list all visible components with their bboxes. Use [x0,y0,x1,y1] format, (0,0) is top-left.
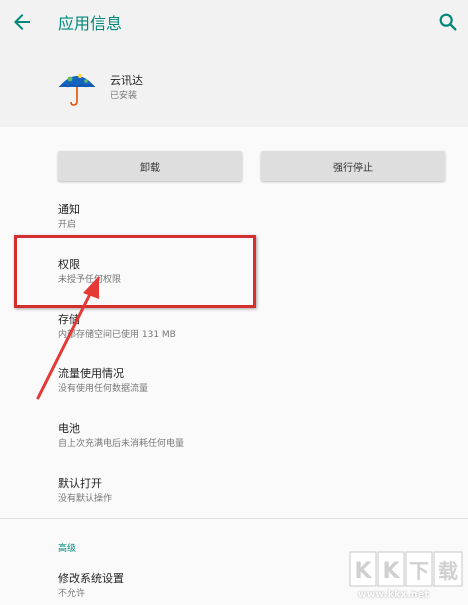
arrow-back-icon[interactable] [10,10,34,34]
uninstall-button[interactable]: 卸载 [58,151,242,181]
app-header: 云讯达 已安装 [0,46,468,127]
highlight-box [14,235,256,308]
settings-item-notifications[interactable]: 通知 开启 [58,203,438,232]
item-subtitle: 内部存储空间已使用 131 MB [58,330,176,340]
svg-text:下: 下 [409,559,429,583]
item-subtitle: 没有使用任何数据流量 [58,384,149,394]
item-title: 存储 [58,313,80,326]
svg-text:载: 载 [438,559,458,583]
settings-item-battery[interactable]: 电池 自上次充满电后未消耗任何电量 [58,422,438,451]
section-divider [0,518,468,519]
watermark-url: www.kkx.net [358,590,430,600]
section-header-advanced: 高级 [58,544,77,554]
page-title: 应用信息 [58,14,123,33]
app-name: 云讯达 [110,74,143,87]
item-subtitle: 没有默认操作 [58,494,113,504]
settings-item-data-usage[interactable]: 流量使用情况 没有使用任何数据流量 [58,367,438,396]
umbrella-app-icon [58,74,96,106]
item-title: 电池 [58,422,80,435]
svg-text:K: K [354,559,372,584]
item-title: 默认打开 [58,477,102,490]
app-bar: 应用信息 [0,0,468,46]
svg-text:K: K [382,559,400,584]
item-subtitle: 开启 [58,220,77,230]
item-title: 流量使用情况 [58,367,124,380]
search-icon[interactable] [437,11,459,33]
force-stop-button[interactable]: 强行停止 [261,151,445,181]
settings-item-storage[interactable]: 存储 内部存储空间已使用 131 MB [58,313,438,342]
item-title: 通知 [58,203,80,216]
app-install-status: 已安装 [110,91,138,101]
item-subtitle: 自上次充满电后未消耗任何电量 [58,439,185,449]
settings-item-open-by-default[interactable]: 默认打开 没有默认操作 [58,477,438,506]
